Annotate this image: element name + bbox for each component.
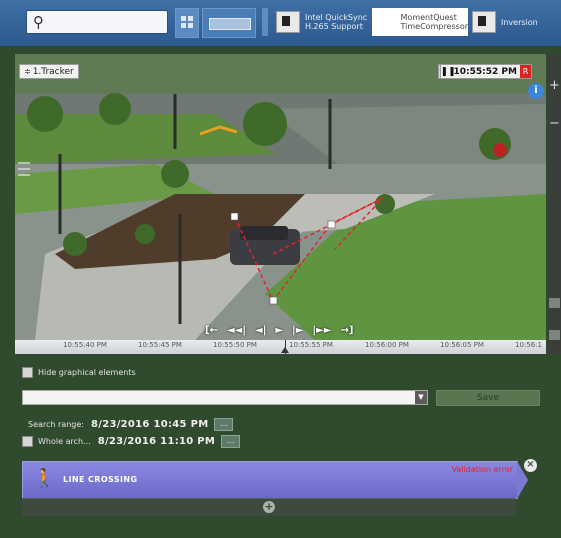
hide-graphics-checkbox[interactable] (22, 367, 33, 378)
camera-name: 1.Tracker (32, 67, 74, 77)
hide-graphics-label: Hide graphical elements (38, 368, 136, 377)
plugin-label-line2: TimeCompressor (400, 22, 468, 31)
timeline[interactable]: 10:55:40 PM 10:55:45 PM 10:55:50 PM 10:5… (15, 340, 546, 354)
whole-archive-row: Whole arch... 8/23/2016 11:10 PM ... (22, 435, 241, 448)
plugin-icon (276, 11, 300, 33)
playback-controls: [← ◄◄| ◄| ► |► |►► →] (205, 322, 353, 338)
rule-dropdown[interactable]: ▼ (22, 390, 428, 405)
grid-icon (181, 16, 193, 28)
step-forward-button[interactable]: |► (292, 325, 303, 336)
plugin-label: Inversion (501, 18, 538, 27)
plugin-label-line1: Intel QuickSync (305, 13, 368, 22)
camera-name-tab[interactable]: ≑ 1.Tracker (19, 64, 79, 79)
layout-select-button[interactable] (202, 8, 256, 38)
timeline-tick: 10:56:00 PM (365, 341, 409, 349)
info-button[interactable]: i (528, 83, 544, 99)
plugin-icon (372, 12, 396, 32)
timeline-tick: 10:55:45 PM (138, 341, 182, 349)
whole-archive-value[interactable]: 8/23/2016 11:10 PM (98, 436, 216, 447)
play-button[interactable]: ► (275, 325, 283, 336)
go-to-start-button[interactable]: [← (205, 325, 218, 336)
camera-time: 10:55:52 PM (453, 66, 517, 77)
fast-rewind-button[interactable]: ◄◄| (227, 325, 246, 336)
zoom-out-icon[interactable]: − (549, 116, 560, 131)
camera-menu-icon: ≑ (24, 67, 31, 76)
left-overlay-controls[interactable] (18, 158, 32, 180)
zoom-in-icon[interactable]: + (549, 78, 560, 93)
zoom-strip (548, 54, 561, 354)
timeline-tick: 10:56:1 (515, 341, 542, 349)
plugin-label: Intel QuickSync H.265 Support (305, 13, 367, 31)
chevron-down-icon[interactable]: ▼ (415, 391, 427, 404)
timeline-tick: 10:55:40 PM (63, 341, 107, 349)
whole-archive-checkbox[interactable] (22, 436, 33, 447)
left-control-line (18, 162, 30, 164)
layout-icon (209, 18, 251, 30)
search-range-value[interactable]: 8/23/2016 10:45 PM (91, 419, 209, 430)
rule-warning: Validation error (451, 465, 513, 474)
hide-graphics-row: Hide graphical elements (22, 367, 136, 378)
parked-car (230, 226, 300, 265)
camera-video-view[interactable]: ≑ 1.Tracker ❚❚ 10:55:52 PM R i [← ◄◄| ◄| … (15, 54, 546, 340)
plugin-label: MomentQuest TimeCompressor (401, 13, 468, 31)
side-panel-toggle[interactable] (549, 330, 560, 340)
left-control-line (18, 168, 30, 170)
search-icon: ⚲ (33, 13, 44, 31)
search-range-label: Search range: (28, 420, 84, 429)
fast-forward-button[interactable]: |►► (312, 325, 331, 336)
go-to-end-button[interactable]: →] (340, 325, 353, 336)
left-control-line (18, 174, 30, 176)
add-rule-icon[interactable]: + (263, 501, 275, 513)
plugin-label-line1: MomentQuest (400, 13, 457, 22)
search-input[interactable]: ⚲ (26, 10, 168, 34)
side-panel-toggle[interactable] (549, 298, 560, 308)
plugin-inversion[interactable]: Inversion (472, 8, 552, 36)
close-icon[interactable]: × (524, 459, 537, 472)
plugin-timecompressor[interactable]: MomentQuest TimeCompressor (372, 8, 468, 36)
grid-layout-button[interactable] (175, 8, 199, 38)
search-range-picker-button[interactable]: ... (214, 418, 234, 431)
record-badge[interactable]: R (520, 65, 531, 78)
timeline-cursor-handle-icon[interactable] (281, 347, 289, 353)
plugin-label-line1: Inversion (501, 17, 538, 27)
top-toolbar: ⚲ Intel QuickSync H.265 Support MomentQu… (0, 0, 561, 46)
step-back-button[interactable]: ◄| (255, 325, 266, 336)
whole-archive-label: Whole arch... (38, 437, 91, 446)
line-crossing-rule-card[interactable]: 🚶 LINE CROSSING Validation error (22, 461, 528, 499)
save-button[interactable]: Save (436, 390, 540, 406)
search-range-row: Search range: 8/23/2016 10:45 PM ... (28, 418, 234, 431)
whole-archive-picker-button[interactable]: ... (221, 435, 241, 448)
camera-scene-image (15, 54, 546, 340)
timeline-tick: 10:56:05 PM (440, 341, 484, 349)
plugin-icon (472, 11, 496, 33)
timeline-tick: 10:55:50 PM (213, 341, 257, 349)
add-rule-bar: + (22, 498, 516, 516)
plugin-label-line2: H.265 Support (305, 22, 363, 31)
timeline-tick: 10:55:55 PM (289, 341, 333, 349)
rule-title: LINE CROSSING (63, 475, 138, 484)
pause-icon[interactable]: ❚❚ (441, 67, 456, 77)
walking-person-icon: 🚶 (33, 468, 56, 489)
camera-time-indicator: ❚❚ 10:55:52 PM R (439, 64, 532, 79)
plugin-quicksync[interactable]: Intel QuickSync H.265 Support (276, 8, 368, 36)
toolbar-separator (262, 8, 268, 36)
